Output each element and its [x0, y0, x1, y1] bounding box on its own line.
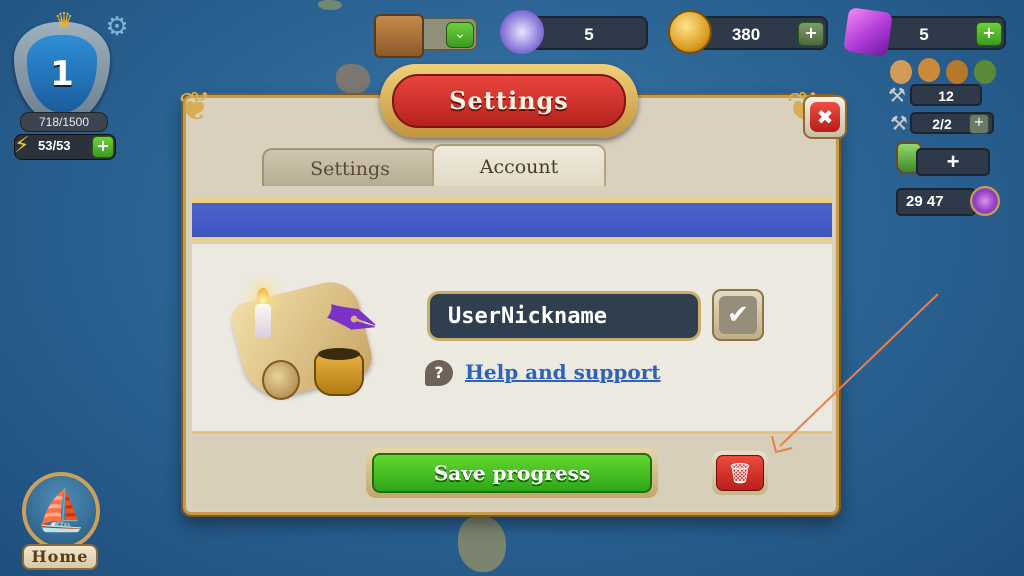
hammer-icon: ⚒ — [888, 83, 906, 107]
tab-settings[interactable]: Settings — [262, 148, 438, 186]
inkwell-opening — [318, 348, 360, 360]
header-band — [192, 198, 832, 242]
gems-plus-button[interactable]: + — [976, 22, 1002, 46]
scroll-roll-icon — [262, 360, 300, 400]
help-icon[interactable]: ? — [425, 360, 453, 386]
help-and-support-link[interactable]: Help and support — [465, 358, 661, 386]
chest-icon[interactable] — [374, 14, 424, 58]
dialog-title: Settings — [392, 74, 626, 128]
tools-icon: ⚒ — [890, 111, 908, 135]
background-rock — [458, 516, 506, 572]
gear-icon[interactable]: ⚙ — [104, 14, 130, 40]
coin-icon — [668, 10, 712, 54]
chevron-down-button[interactable]: ⌄ — [446, 22, 474, 48]
lightning-icon: ⚡ — [14, 133, 30, 158]
tools-plus-button[interactable]: + — [969, 114, 989, 134]
background-islet — [318, 0, 342, 10]
energy-plus-button[interactable]: + — [92, 136, 114, 158]
trash-icon[interactable]: 🗑 — [716, 455, 764, 491]
crown-icon: ♛ — [54, 9, 74, 34]
checkmark-icon[interactable]: ✔ — [719, 296, 757, 334]
ship-icon: ⛵ — [36, 488, 86, 534]
save-progress-button[interactable]: Save progress — [372, 453, 652, 493]
workers-counter: 12 — [910, 84, 982, 106]
coins-plus-button[interactable]: + — [798, 22, 824, 46]
timer-counter: 29 47 — [896, 188, 976, 216]
home-label[interactable]: Home — [22, 544, 98, 570]
gem-icon — [843, 7, 893, 57]
magic-orb-icon — [500, 10, 544, 54]
xp-counter: 718/1500 — [20, 112, 108, 132]
tab-account[interactable]: Account — [432, 144, 606, 186]
potion-plus-button[interactable]: + — [916, 148, 990, 176]
clock-icon — [970, 186, 1000, 216]
background-island — [336, 64, 370, 94]
ornament-icon: ❦ — [178, 84, 212, 130]
energy-counter: 53/53 — [38, 138, 71, 153]
nickname-input[interactable] — [427, 291, 701, 341]
candle-icon — [255, 304, 271, 338]
orb-counter: 5 — [530, 16, 648, 50]
close-icon[interactable]: ✖ — [810, 102, 840, 132]
